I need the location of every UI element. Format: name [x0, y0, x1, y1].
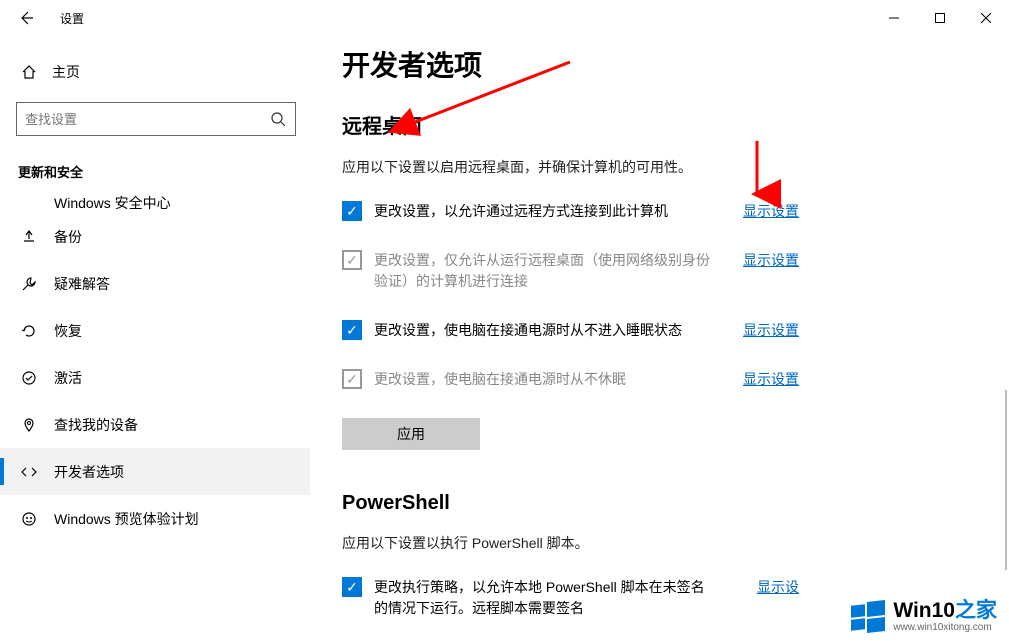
remote-option-1: ✓ 更改设置，以允许通过远程方式连接到此计算机 显示设置 [342, 201, 1009, 222]
developer-icon [20, 463, 38, 481]
option-label: 更改设置，仅允许从运行远程桌面（使用网络级别身份验证）的计算机进行连接 [374, 250, 714, 292]
checkbox: ✓ [342, 250, 362, 270]
checkbox: ✓ [342, 369, 362, 389]
sidebar-item-label: Windows 预览体验计划 [54, 509, 199, 529]
home-icon [20, 63, 38, 81]
search-icon [269, 110, 287, 128]
section-powershell-heading: PowerShell [342, 492, 1009, 515]
show-settings-link[interactable]: 显示设置 [743, 250, 799, 270]
sidebar-item-activation[interactable]: 激活 [0, 354, 310, 401]
remote-option-4: ✓ 更改设置，使电脑在接通电源时从不休眠 显示设置 [342, 369, 1009, 390]
scrollbar[interactable] [1005, 390, 1007, 570]
checkbox[interactable]: ✓ [342, 577, 362, 597]
show-settings-link[interactable]: 显示设置 [743, 320, 799, 340]
insider-icon [20, 510, 38, 528]
watermark-logo-icon [851, 599, 885, 633]
sidebar-item-recovery[interactable]: 恢复 [0, 307, 310, 354]
watermark-url: www.win10xitong.com [893, 622, 997, 633]
sidebar-item-insider[interactable]: Windows 预览体验计划 [0, 495, 310, 542]
sidebar-item-label: Windows 安全中心 [54, 193, 171, 213]
option-label: 更改执行策略，以允许本地 PowerShell 脚本在未签名的情况下运行。远程脚… [374, 577, 714, 619]
remote-option-2: ✓ 更改设置，仅允许从运行远程桌面（使用网络级别身份验证）的计算机进行连接 显示… [342, 250, 1009, 292]
sidebar-item-label: 疑难解答 [54, 274, 110, 294]
location-icon [20, 416, 38, 434]
search-input[interactable] [25, 112, 269, 127]
activation-icon [20, 369, 38, 387]
sidebar-item-findmydevice[interactable]: 查找我的设备 [0, 401, 310, 448]
sidebar-category: 更新和安全 [0, 140, 310, 189]
sidebar-home-label: 主页 [52, 62, 80, 82]
section-remote-heading: 远程桌面 [342, 110, 1009, 139]
main-panel: 开发者选项 远程桌面 应用以下设置以启用远程桌面，并确保计算机的可用性。 ✓ 更… [310, 36, 1009, 641]
page-title: 开发者选项 [342, 44, 1009, 84]
close-button[interactable] [963, 2, 1009, 34]
sidebar-item-security[interactable]: Windows 安全中心 [0, 189, 310, 213]
section-powershell-desc: 应用以下设置以执行 PowerShell 脚本。 [342, 533, 1009, 553]
option-label: 更改设置，以允许通过远程方式连接到此计算机 [374, 201, 714, 222]
app-title: 设置 [50, 10, 84, 27]
remote-option-3: ✓ 更改设置，使电脑在接通电源时从不进入睡眠状态 显示设置 [342, 320, 1009, 341]
shield-icon [20, 195, 38, 213]
checkbox[interactable]: ✓ [342, 201, 362, 221]
checkbox[interactable]: ✓ [342, 320, 362, 340]
watermark: Win10之家 www.win10xitong.com [851, 599, 997, 633]
sidebar-item-troubleshoot[interactable]: 疑难解答 [0, 260, 310, 307]
apply-button[interactable]: 应用 [342, 418, 480, 450]
option-label: 更改设置，使电脑在接通电源时从不进入睡眠状态 [374, 320, 714, 341]
section-remote-desc: 应用以下设置以启用远程桌面，并确保计算机的可用性。 [342, 157, 1009, 177]
backup-icon [20, 228, 38, 246]
sidebar-item-label: 恢复 [54, 321, 82, 341]
titlebar: 设置 [0, 0, 1009, 36]
back-button[interactable] [14, 6, 38, 30]
show-settings-link[interactable]: 显示设置 [743, 369, 799, 389]
sidebar-list: Windows 安全中心 备份 疑难解答 恢复 [0, 189, 310, 542]
sidebar: 主页 更新和安全 Windows 安全中心 备份 [0, 36, 310, 641]
sidebar-item-label: 激活 [54, 368, 82, 388]
recovery-icon [20, 322, 38, 340]
show-settings-link[interactable]: 显示设 [757, 577, 799, 597]
search-box[interactable] [16, 102, 296, 136]
sidebar-home[interactable]: 主页 [0, 54, 310, 90]
maximize-button[interactable] [917, 2, 963, 34]
sidebar-item-label: 查找我的设备 [54, 415, 138, 435]
wrench-icon [20, 275, 38, 293]
sidebar-item-label: 开发者选项 [54, 462, 124, 482]
watermark-brand: Win10之家 [893, 599, 997, 622]
show-settings-link[interactable]: 显示设置 [743, 201, 799, 221]
sidebar-item-backup[interactable]: 备份 [0, 213, 310, 260]
option-label: 更改设置，使电脑在接通电源时从不休眠 [374, 369, 714, 390]
sidebar-item-developer[interactable]: 开发者选项 [0, 448, 310, 495]
sidebar-item-label: 备份 [54, 227, 82, 247]
minimize-button[interactable] [871, 2, 917, 34]
